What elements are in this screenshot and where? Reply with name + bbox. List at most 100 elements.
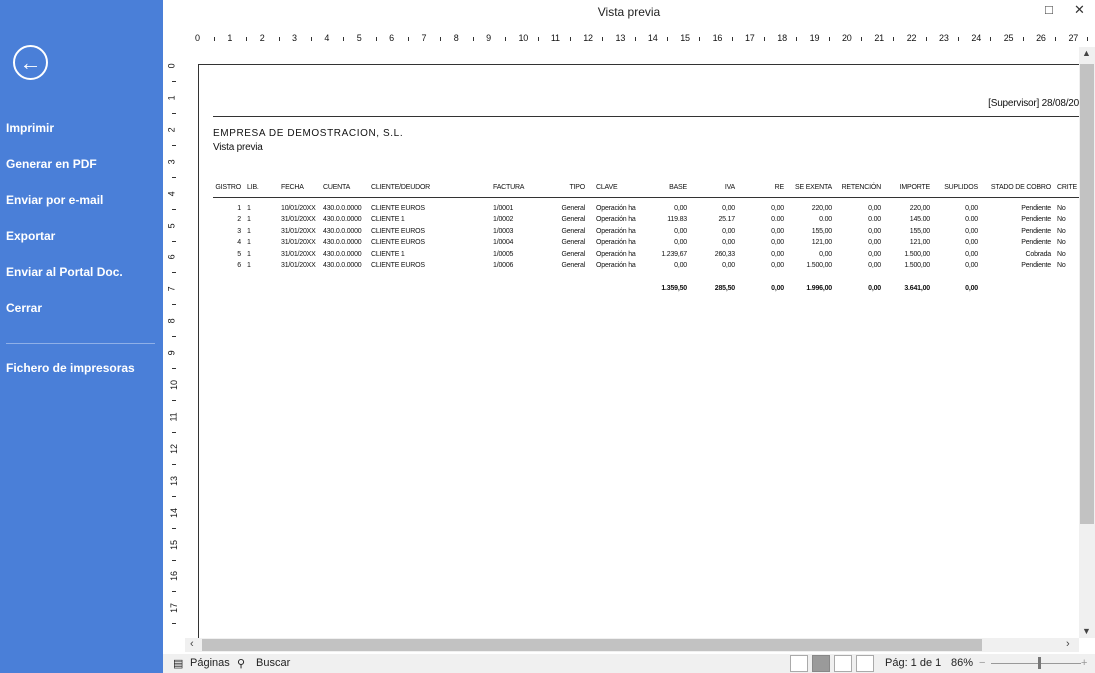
table-cell: CLIENTE 1 <box>371 250 405 258</box>
report-page: [Supervisor] 28/08/20 EMPRESA DE DEMOSTR… <box>198 64 1079 638</box>
menu-print[interactable]: Imprimir <box>6 121 54 135</box>
column-header: STADO DE COBRO <box>990 184 1051 191</box>
table-cell: No <box>1057 205 1066 212</box>
ruler-tick <box>408 37 410 41</box>
ruler-tick-label: 25 <box>1003 33 1014 43</box>
vertical-scroll-thumb[interactable] <box>1080 64 1094 524</box>
ruler-tick <box>172 81 176 82</box>
menu-pdf[interactable]: Generar en PDF <box>6 157 97 171</box>
ruler-tick <box>472 37 474 41</box>
table-cell: 0,00 <box>868 239 881 247</box>
ruler-tick <box>172 527 176 529</box>
column-header: FECHA <box>281 184 304 191</box>
horizontal-scroll-thumb[interactable] <box>202 639 982 651</box>
ruler-tick <box>343 37 345 41</box>
table-cell: 0,00 <box>722 262 735 269</box>
table-cell: 0,00 <box>674 205 687 212</box>
table-cell: 0.00 <box>771 216 784 224</box>
menu-export[interactable]: Exportar <box>6 229 55 243</box>
ruler-tick <box>172 591 176 593</box>
table-cell: 31/01/20XX <box>281 227 316 235</box>
ruler-tick-label: 23 <box>939 33 949 43</box>
table-cell: 0,00 <box>965 239 978 247</box>
zoom-slider[interactable] <box>991 663 1081 664</box>
sidebar: ← Imprimir Generar en PDF Enviar por e-m… <box>0 0 163 673</box>
menu-email[interactable]: Enviar por e-mail <box>6 193 103 207</box>
table-cell: 31/01/20XX <box>281 239 316 247</box>
table-cell: 119.83 <box>667 216 687 224</box>
ruler-tick-label: 7 <box>166 286 177 292</box>
table-cell: 1 <box>247 262 251 269</box>
single-page-view-button[interactable] <box>790 655 808 672</box>
ruler-tick <box>172 368 176 370</box>
ruler-tick <box>172 559 176 561</box>
table-cell: 3 <box>237 227 241 235</box>
zoom-out-icon[interactable]: − <box>979 657 985 669</box>
table-cell: No <box>1057 262 1066 269</box>
table-cell: General <box>561 205 585 212</box>
table-cell: 0,00 <box>674 227 687 235</box>
column-header: BASE <box>669 184 687 191</box>
maximize-icon[interactable]: □ <box>1045 2 1053 17</box>
table-cell: Operación ha <box>596 205 636 212</box>
column-header: IMPORTE <box>899 184 931 191</box>
table-cell: 1 <box>247 216 251 224</box>
status-bar: ▤ Páginas ⚲ Buscar Pág: 1 de 1 86% − + <box>163 654 1095 673</box>
ruler-tick <box>172 240 176 242</box>
ruler-tick <box>278 37 280 41</box>
scroll-up-icon[interactable]: ▲ <box>1082 48 1091 58</box>
binoculars-icon[interactable]: ⚲ <box>237 657 245 670</box>
ruler-tick-label: 26 <box>1036 33 1046 43</box>
ruler-tick <box>440 37 442 41</box>
back-button[interactable]: ← <box>13 45 48 80</box>
table-cell: 1/0006 <box>493 262 514 269</box>
zoom-in-icon[interactable]: + <box>1081 657 1087 669</box>
table-cell: 1 <box>247 227 251 235</box>
zoom-slider-thumb[interactable] <box>1037 657 1041 669</box>
ruler-tick-label: 6 <box>389 33 394 43</box>
table-cell: General <box>561 250 585 258</box>
scroll-right-icon[interactable]: › <box>1066 638 1070 650</box>
ruler-tick <box>172 463 176 465</box>
table-cell: 0.00 <box>819 216 832 224</box>
ruler-tick <box>634 37 636 41</box>
scroll-down-icon[interactable]: ▼ <box>1082 626 1091 636</box>
table-cell: 1.500,00 <box>904 262 930 269</box>
table-cell: 1.500,00 <box>904 250 930 258</box>
table-cell: 430.0.0.0000 <box>323 239 362 247</box>
menu-portal[interactable]: Enviar al Portal Doc. <box>6 265 123 279</box>
scroll-left-icon[interactable]: ‹ <box>190 638 194 650</box>
four-page-view-button[interactable] <box>856 655 874 672</box>
table-cell: General <box>561 262 585 269</box>
table-cell: General <box>561 239 585 247</box>
arrow-left-icon: ← <box>19 49 42 75</box>
column-header: GISTRO <box>215 184 241 191</box>
table-cell: 145.00 <box>909 216 930 224</box>
ruler-tick <box>763 37 765 41</box>
column-header: RETENCIÓN <box>841 184 882 191</box>
table-cell: 0,00 <box>868 250 881 258</box>
table-cell: 1/0001 <box>493 205 514 212</box>
ruler-tick-label: 4 <box>324 33 330 43</box>
ruler-tick-label: 13 <box>168 475 179 486</box>
ruler-tick <box>666 37 668 41</box>
table-cell: CLIENTE EUROS <box>371 262 425 269</box>
column-header: CLIENTE/DEUDOR <box>371 184 431 191</box>
menu-printer-file[interactable]: Fichero de impresoras <box>6 361 135 375</box>
table-cell: CLIENTE EUROS <box>371 205 425 212</box>
report-subtitle: Vista previa <box>213 142 263 153</box>
ruler-tick <box>796 37 798 41</box>
table-cell: Operación ha <box>596 239 636 247</box>
two-page-view-button[interactable] <box>834 655 852 672</box>
table-cell: 0,00 <box>868 262 881 269</box>
column-header: CUENTA <box>323 184 351 191</box>
close-icon[interactable]: ✕ <box>1074 2 1085 18</box>
page-width-view-button[interactable] <box>812 655 830 672</box>
ruler-tick-label: 15 <box>680 33 690 43</box>
search-button[interactable]: Buscar <box>256 657 290 669</box>
table-cell: 31/01/20XX <box>281 262 316 269</box>
table-cell: 1.500,00 <box>806 262 832 269</box>
pages-icon[interactable]: ▤ <box>173 657 183 670</box>
menu-close[interactable]: Cerrar <box>6 301 42 315</box>
pages-button[interactable]: Páginas <box>190 657 230 669</box>
